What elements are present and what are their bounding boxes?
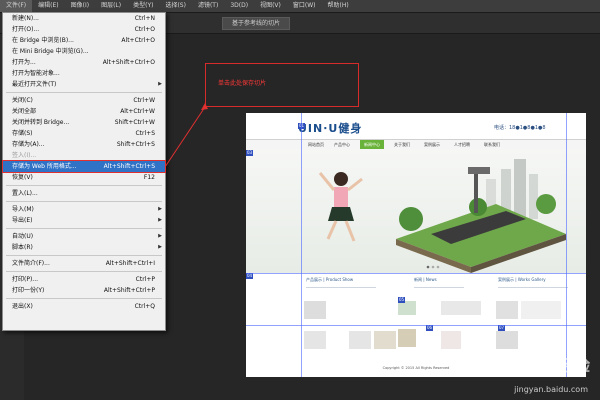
menu-file[interactable]: 文件(F) bbox=[0, 0, 33, 12]
slice-badge: 03 bbox=[246, 150, 254, 156]
site-footer: Copyright © 2015 All Rights Reserved bbox=[382, 366, 450, 370]
watermark-logo: Bai 经验 bbox=[523, 356, 590, 375]
site-header: UIN∙U健身 电话：18●1●8●1●8 bbox=[246, 113, 586, 139]
menu-item-check-in: 签入(I)... bbox=[12, 152, 37, 159]
menu-item-exit[interactable]: 退出(X) Ctrl+Q bbox=[3, 301, 165, 312]
submenu-arrow-icon: ▶ bbox=[158, 244, 162, 250]
menu-layer[interactable]: 图层(L) bbox=[95, 0, 127, 12]
menu-filter[interactable]: 滤镜(T) bbox=[192, 0, 224, 12]
menu-item-open-smart-object[interactable]: 打开为智能对象... bbox=[3, 68, 165, 79]
hero-banner bbox=[246, 149, 586, 273]
menu-item-recent-files[interactable]: 最近打开文件(T) ▶ bbox=[3, 79, 165, 90]
watermark-url: jingyan.baidu.com bbox=[514, 385, 588, 394]
menu-item-scripts[interactable]: 脚本(R) ▶ bbox=[3, 242, 165, 253]
submenu-arrow-icon: ▶ bbox=[158, 233, 162, 239]
site-phone: 电话：18●1●8●1●8 bbox=[494, 125, 546, 131]
submenu-arrow-icon: ▶ bbox=[158, 217, 162, 223]
site-nav-item: 关于我们 bbox=[394, 142, 410, 147]
slice-guide bbox=[246, 325, 586, 326]
menu-item-browse-mini-bridge[interactable]: 在 Mini Bridge 中浏览(G)... bbox=[3, 46, 165, 57]
menu-item-file-info[interactable]: 文件简介(F)... Alt+Shift+Ctrl+I bbox=[3, 258, 165, 269]
section-news-heading: 新闻 | News bbox=[414, 277, 464, 288]
slice-badge: 05 bbox=[398, 297, 406, 303]
menu-separator bbox=[6, 298, 162, 299]
menu-type[interactable]: 类型(Y) bbox=[127, 0, 159, 12]
menu-select[interactable]: 选择(S) bbox=[159, 0, 192, 12]
menu-separator bbox=[6, 185, 162, 186]
file-menu-dropdown: 新建(N)... Ctrl+N 打开(O)... Ctrl+O 在 Bridge 中… bbox=[2, 12, 166, 331]
site-nav-item: 联系我们 bbox=[484, 142, 500, 147]
menu-separator bbox=[6, 228, 162, 229]
submenu-arrow-icon: ▶ bbox=[158, 81, 162, 87]
site-nav-item: 产品中心 bbox=[334, 142, 350, 147]
menu-item-automate[interactable]: 自动(U) ▶ bbox=[3, 231, 165, 242]
menu-3d[interactable]: 3D(D) bbox=[224, 0, 254, 12]
site-nav-item-active: 新闻中心 bbox=[360, 140, 384, 149]
section-works-heading: 案例展示 | Works Gallery bbox=[498, 277, 568, 288]
menu-separator bbox=[6, 255, 162, 256]
section-products-heading: 产品展示 | Product Show bbox=[306, 277, 376, 288]
menu-item-save-as[interactable]: 存储为(A)... Shift+Ctrl+S bbox=[3, 139, 165, 150]
menu-window[interactable]: 窗口(W) bbox=[287, 0, 322, 12]
menu-item-open-as[interactable]: 打开为... Alt+Shift+Ctrl+O bbox=[3, 57, 165, 68]
annotation-text: 单击此处保存切片 bbox=[218, 80, 267, 87]
menu-item-save[interactable]: 存储(S) Ctrl+S bbox=[3, 128, 165, 139]
slice-guide bbox=[566, 113, 567, 377]
site-nav-item: 网站首页 bbox=[308, 142, 324, 147]
menu-separator bbox=[6, 92, 162, 93]
menu-item-close-all[interactable]: 关闭全部 Alt+Ctrl+W bbox=[3, 106, 165, 117]
slice-guide bbox=[301, 113, 302, 377]
menu-item-open[interactable]: 打开(O)... Ctrl+O bbox=[3, 24, 165, 35]
menu-item-browse-bridge[interactable]: 在 Bridge 中浏览(B)... Alt+Ctrl+O bbox=[3, 35, 165, 46]
menu-item-place[interactable]: 置入(L)... bbox=[3, 188, 165, 199]
menu-edit[interactable]: 编辑(E) bbox=[32, 0, 64, 12]
site-nav-item: 人才招聘 bbox=[454, 142, 470, 147]
document-canvas[interactable]: UIN∙U健身 电话：18●1●8●1●8 网站首页 产品中心 新闻中心 关于我… bbox=[246, 113, 586, 377]
site-nav-item: 案例展示 bbox=[424, 142, 440, 147]
menu-item-save-for-web[interactable]: 存储为 Web 所用格式... Alt+Shift+Ctrl+S bbox=[2, 160, 166, 173]
menu-view[interactable]: 视图(V) bbox=[254, 0, 287, 12]
menu-item-export[interactable]: 导出(E) ▶ bbox=[3, 215, 165, 226]
menu-item-close[interactable]: 关闭(C) Ctrl+W bbox=[3, 95, 165, 106]
menu-help[interactable]: 帮助(H) bbox=[322, 0, 355, 12]
menu-item-revert[interactable]: 恢复(V) F12 bbox=[3, 172, 165, 183]
menu-image[interactable]: 图像(I) bbox=[65, 0, 95, 12]
slices-from-guides-button[interactable]: 基于参考线的切片 bbox=[222, 17, 290, 30]
menu-separator bbox=[6, 271, 162, 272]
hero-illustration bbox=[246, 149, 586, 273]
menu-item-print[interactable]: 打印(P)... Ctrl+P bbox=[3, 274, 165, 285]
menu-item-print-one[interactable]: 打印一份(Y) Alt+Shift+Ctrl+P bbox=[3, 285, 165, 296]
submenu-arrow-icon: ▶ bbox=[158, 206, 162, 212]
annotation-box: 单击此处保存切片 bbox=[205, 63, 359, 107]
menu-item-close-go-bridge[interactable]: 关闭并转到 Bridge... Shift+Ctrl+W bbox=[3, 117, 165, 128]
slice-guide bbox=[246, 273, 586, 274]
menu-item-import[interactable]: 导入(M) ▶ bbox=[3, 204, 165, 215]
site-logo: UIN∙U健身 bbox=[298, 122, 363, 135]
menu-item-new[interactable]: 新建(N)... Ctrl+N bbox=[3, 13, 165, 24]
menu-separator bbox=[6, 201, 162, 202]
